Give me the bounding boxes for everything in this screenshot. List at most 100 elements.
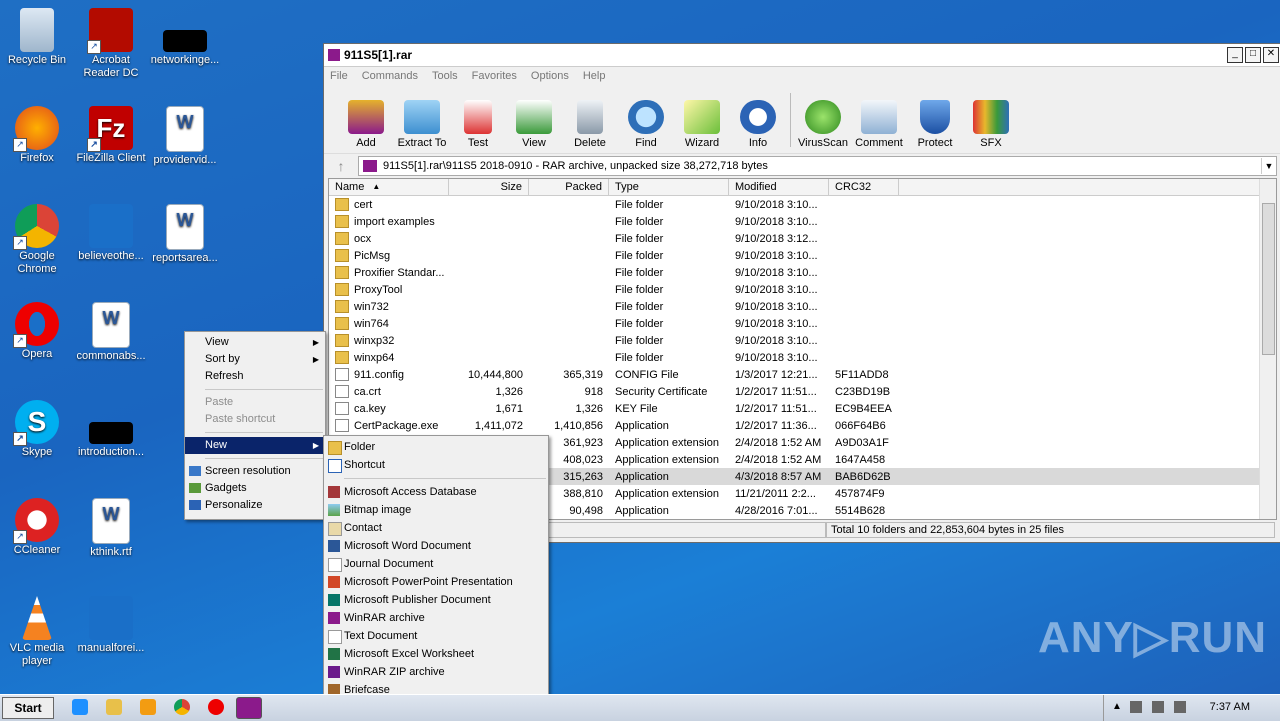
table-row[interactable]: ca.key 1,671 1,326 KEY File 1/2/2017 11:51..… [329, 400, 1276, 417]
table-row[interactable]: win732 File folder 9/10/2018 3:10... [329, 298, 1276, 315]
view-button[interactable]: View [506, 100, 562, 149]
virusscan-button[interactable]: VirusScan [795, 100, 851, 149]
new-text-document[interactable]: Text Document [324, 627, 548, 645]
desktop-icon-opera[interactable]: ↗ Opera [0, 302, 74, 361]
menu-favorites[interactable]: Favorites [472, 70, 517, 82]
extract-to-button[interactable]: Extract To [394, 100, 450, 149]
table-row[interactable]: PicMsg File folder 9/10/2018 3:10... [329, 247, 1276, 264]
scrollbar-thumb[interactable] [1262, 203, 1275, 355]
desktop-icon-recycle-bin[interactable]: Recycle Bin [0, 8, 74, 67]
new-winrar-zip-archive[interactable]: WinRAR ZIP archive [324, 663, 548, 681]
minimize-button[interactable]: _ [1227, 47, 1243, 63]
desktop-icon-vlc[interactable]: VLC media player [0, 596, 74, 668]
column-name[interactable]: Name ▲ [329, 179, 449, 195]
media-player-icon[interactable] [140, 699, 156, 715]
menu-options[interactable]: Options [531, 70, 569, 82]
menu-item-new[interactable]: New ▶ [185, 437, 325, 454]
table-row[interactable]: ocx File folder 9/10/2018 3:12... [329, 230, 1276, 247]
flag-icon[interactable] [1174, 701, 1186, 713]
delete-button[interactable]: Delete [562, 100, 618, 149]
protect-button[interactable]: Protect [907, 100, 963, 149]
column-crc32[interactable]: CRC32 [829, 179, 899, 195]
explorer-folder-icon[interactable] [106, 699, 122, 715]
test-button[interactable]: Test [450, 100, 506, 149]
new-access-database[interactable]: Microsoft Access Database [324, 483, 548, 501]
menu-help[interactable]: Help [583, 70, 606, 82]
desktop-icon-acrobat[interactable]: ↗ Acrobat Reader DC [74, 8, 148, 80]
new-shortcut[interactable]: Shortcut [324, 456, 548, 474]
comment-button[interactable]: Comment [851, 100, 907, 149]
start-button[interactable]: Start [2, 697, 54, 719]
desktop-icon-ccleaner[interactable]: ↗ CCleaner [0, 498, 74, 557]
table-row[interactable]: winxp64 File folder 9/10/2018 3:10... [329, 349, 1276, 366]
cell-text: ca.crt [354, 385, 381, 398]
menu-file[interactable]: File [330, 70, 348, 82]
up-arrow-icon[interactable]: ↑ [324, 158, 358, 174]
vertical-scrollbar[interactable] [1259, 179, 1276, 519]
display-icon[interactable] [1152, 701, 1164, 713]
new-excel-worksheet[interactable]: Microsoft Excel Worksheet [324, 645, 548, 663]
menu-commands[interactable]: Commands [362, 70, 418, 82]
desktop-icon-networkinge[interactable]: networkinge... [148, 8, 222, 67]
desktop-icon-kthink[interactable]: W kthink.rtf [74, 498, 148, 559]
network-icon[interactable] [1130, 701, 1142, 713]
add-button[interactable]: Add [338, 100, 394, 149]
close-button[interactable]: ✕ [1263, 47, 1279, 63]
new-word-document[interactable]: Microsoft Word Document [324, 537, 548, 555]
desktop-icon-manualforei[interactable]: manualforei... [74, 596, 148, 655]
title-bar[interactable]: 911S5[1].rar _ □ ✕ [324, 44, 1280, 67]
desktop-icon-filezilla[interactable]: Fz ↗ FileZilla Client [74, 106, 148, 165]
desktop-icon-firefox[interactable]: ↗ Firefox [0, 106, 74, 165]
view-book-icon [516, 100, 552, 134]
table-row[interactable]: ProxyTool File folder 9/10/2018 3:10... [329, 281, 1276, 298]
clock[interactable]: 7:37 AM [1210, 701, 1250, 713]
menu-item-screen-resolution[interactable]: Screen resolution [185, 463, 325, 480]
tray-expand-icon[interactable]: ▲ [1112, 701, 1122, 712]
column-size[interactable]: Size [449, 179, 529, 195]
table-row[interactable]: import examples File folder 9/10/2018 3:10… [329, 213, 1276, 230]
wizard-button[interactable]: Wizard [674, 100, 730, 149]
desktop-icon-reportsarea[interactable]: W reportsarea... [148, 204, 222, 265]
menu-item-sort-by[interactable]: Sort by ▶ [185, 351, 325, 368]
address-field[interactable]: 911S5[1].rar\911S5 2018-0910 - RAR archi… [358, 156, 1277, 176]
desktop-icon-believeothe[interactable]: believeothe... [74, 204, 148, 263]
table-row[interactable]: CertPackage.exe 1,411,072 1,410,856 Applica… [329, 417, 1276, 434]
table-row[interactable]: winxp32 File folder 9/10/2018 3:10... [329, 332, 1276, 349]
table-row[interactable]: 911.config 10,444,800 365,319 CONFIG File 1/… [329, 366, 1276, 383]
menu-item-view[interactable]: View ▶ [185, 334, 325, 351]
desktop-icon-chrome[interactable]: ↗ Google Chrome [0, 204, 74, 276]
column-modified[interactable]: Modified [729, 179, 829, 195]
new-folder[interactable]: Folder [324, 438, 548, 456]
chevron-down-icon[interactable]: ▼ [1261, 158, 1276, 174]
column-type[interactable]: Type [609, 179, 729, 195]
maximize-button[interactable]: □ [1245, 47, 1261, 63]
opera-taskbar-icon[interactable] [208, 699, 224, 715]
desktop-icon-providervid[interactable]: W providervid... [148, 106, 222, 167]
new-powerpoint-presentation[interactable]: Microsoft PowerPoint Presentation [324, 573, 548, 591]
internet-explorer-icon[interactable] [72, 699, 88, 715]
desktop-icon-skype[interactable]: S ↗ Skype [0, 400, 74, 459]
menu-item-gadgets[interactable]: Gadgets [185, 480, 325, 497]
new-winrar-archive[interactable]: WinRAR archive [324, 609, 548, 627]
new-publisher-document[interactable]: Microsoft Publisher Document [324, 591, 548, 609]
new-journal-document[interactable]: Journal Document [324, 555, 548, 573]
menu-item-personalize[interactable]: Personalize [185, 497, 325, 514]
info-button[interactable]: Info [730, 100, 786, 149]
find-button[interactable]: Find [618, 100, 674, 149]
new-contact[interactable]: Contact [324, 519, 548, 537]
table-row[interactable]: ca.crt 1,326 918 Security Certificate 1/2/20… [329, 383, 1276, 400]
new-bitmap-image[interactable]: Bitmap image [324, 501, 548, 519]
winrar-taskbar-icon[interactable] [236, 697, 262, 719]
anyrun-watermark: ANY▷RUN [1038, 613, 1268, 662]
menu-item-refresh[interactable]: Refresh [185, 368, 325, 385]
menu-tools[interactable]: Tools [432, 70, 458, 82]
desktop-icon-label: FileZilla Client [76, 152, 146, 164]
table-row[interactable]: cert File folder 9/10/2018 3:10... [329, 196, 1276, 213]
desktop-icon-introduction[interactable]: introduction... [74, 400, 148, 459]
chrome-taskbar-icon[interactable] [174, 699, 190, 715]
table-row[interactable]: Proxifier Standar... File folder 9/10/2018… [329, 264, 1276, 281]
sfx-button[interactable]: SFX [963, 100, 1019, 149]
column-packed[interactable]: Packed [529, 179, 609, 195]
desktop-icon-commonabs[interactable]: W commonabs... [74, 302, 148, 363]
table-row[interactable]: win764 File folder 9/10/2018 3:10... [329, 315, 1276, 332]
